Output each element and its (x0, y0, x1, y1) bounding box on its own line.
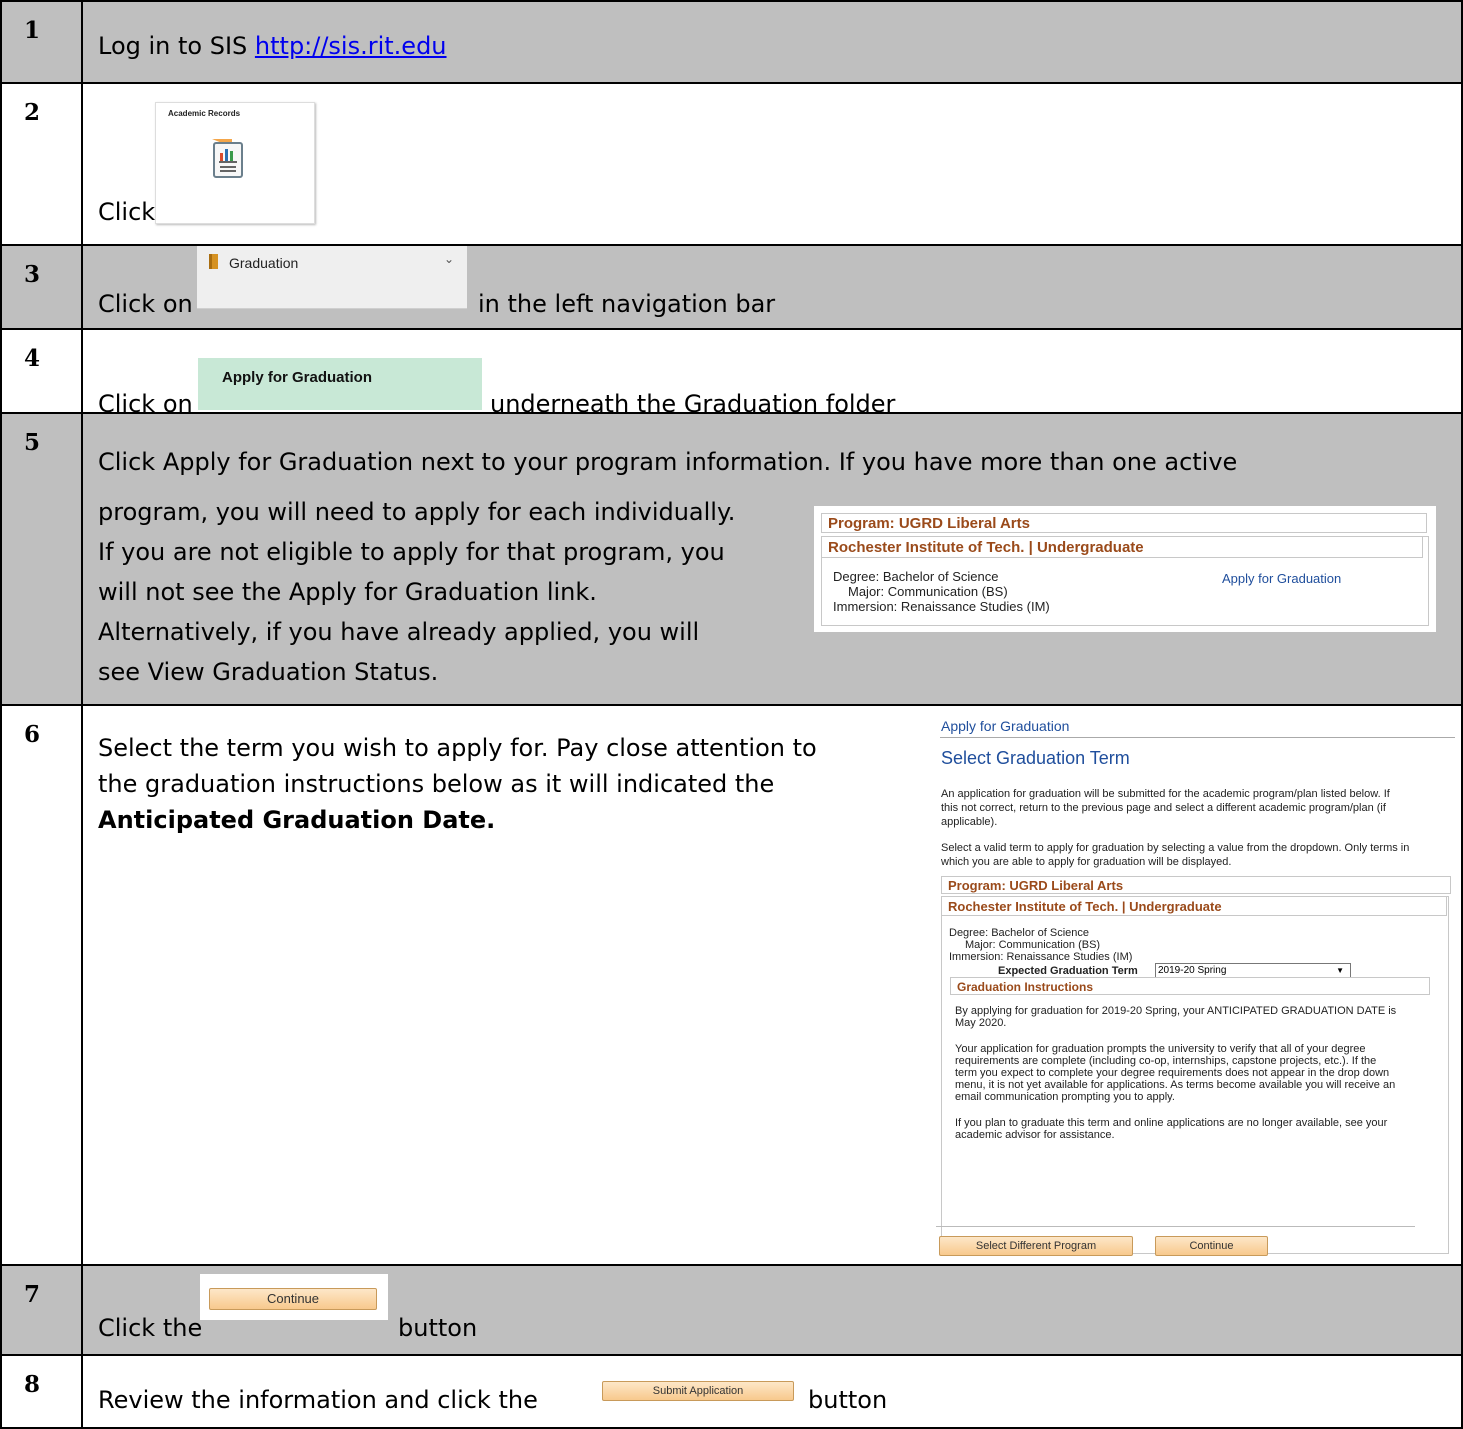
step-number: 5 (2, 414, 83, 704)
step-number: 1 (2, 2, 83, 82)
term-select-value: 2019-20 Spring (1158, 965, 1227, 976)
step-5-line-5: Alternatively, if you have already appli… (98, 618, 700, 646)
step-5-line-1: Click Apply for Graduation next to your … (98, 448, 1238, 476)
step-6-line-3: Anticipated Graduation Date. (98, 806, 496, 834)
instruction-1a: By applying for graduation for 2019-20 S… (955, 1005, 1397, 1017)
step-8-post: button (808, 1386, 888, 1414)
instruction-3a: If you plan to graduate this term and on… (955, 1117, 1388, 1129)
continue-button[interactable]: Continue (209, 1288, 377, 1310)
major-text: Major: Communication (BS) (848, 584, 1008, 599)
folder-icon (209, 254, 218, 269)
step-5-line-3: If you are not eligible to apply for tha… (98, 538, 725, 566)
instruction-2b: requirements are complete (including co-… (955, 1055, 1377, 1067)
step-5-line-4: will not see the Apply for Graduation li… (98, 578, 597, 606)
step-2-click: Click (98, 198, 156, 226)
step-5-row: 5 Click Apply for Graduation next to you… (0, 414, 1463, 706)
select-different-program-button[interactable]: Select Different Program (939, 1236, 1133, 1256)
step-number: 7 (2, 1266, 83, 1354)
step-number: 8 (2, 1356, 83, 1427)
degree-text: Degree: Bachelor of Science (833, 569, 999, 584)
page-heading: Select Graduation Term (941, 748, 1130, 768)
instruction-2a: Your application for graduation prompts … (955, 1043, 1366, 1055)
institution-header: Rochester Institute of Tech. | Undergrad… (821, 536, 1423, 558)
immersion-text: Immersion: Renaissance Studies (IM) (949, 951, 1133, 963)
instruction-2d: menu, it is not yet available for applic… (955, 1079, 1396, 1091)
page-title: Apply for Graduation (941, 718, 1070, 734)
step-7-post: button (398, 1314, 478, 1342)
step-3-pre: Click on (98, 290, 193, 318)
instructions-header: Graduation Instructions (950, 977, 1430, 995)
paragraph-1c: applicable). (941, 816, 998, 828)
divider (940, 737, 1455, 738)
step-7-pre: Click the (98, 1314, 203, 1342)
step-4-row: 4 Apply for Graduation Click on undernea… (0, 330, 1463, 418)
degree-text: Degree: Bachelor of Science (949, 927, 1090, 939)
immersion-text: Immersion: Renaissance Studies (IM) (833, 599, 1050, 614)
program-body: Rochester Institute of Tech. | Undergrad… (941, 896, 1449, 1254)
step-2-row: 2 Academic Records Click (0, 84, 1463, 246)
paragraph-1a: An application for graduation will be su… (941, 788, 1390, 800)
submit-application-button[interactable]: Submit Application (602, 1381, 794, 1401)
step-number: 3 (2, 246, 83, 328)
step-6-row: 6 Select the term you wish to apply for.… (0, 706, 1463, 1266)
step-number: 4 (2, 330, 83, 412)
chevron-down-icon: ⌄ (444, 252, 455, 266)
paragraph-1b: this not correct, return to the previous… (941, 802, 1386, 814)
apply-for-graduation-link[interactable]: Apply for Graduation (1222, 571, 1341, 586)
instruction-2c: term you expect to complete your degree … (955, 1067, 1390, 1079)
tile-title: Academic Records (168, 109, 241, 118)
program-body: Rochester Institute of Tech. | Undergrad… (821, 536, 1429, 626)
graduation-nav-label: Graduation (229, 255, 299, 271)
step-3-row: 3 Graduation ⌄ Click on in the left navi… (0, 246, 1463, 330)
step-8-pre: Review the information and click the (98, 1386, 538, 1414)
step-5-line-2: program, you will need to apply for each… (98, 498, 736, 526)
instruction-2e: email communication prompting you to app… (955, 1091, 1175, 1103)
institution-header: Rochester Institute of Tech. | Undergrad… (941, 896, 1447, 916)
step-6-line-1: Select the term you wish to apply for. P… (98, 734, 817, 762)
term-select[interactable]: 2019-20 Spring ▼ (1155, 963, 1351, 978)
continue-button-image: Continue (200, 1274, 388, 1320)
program-panel: Program: UGRD Liberal Arts Rochester Ins… (814, 506, 1436, 632)
select-term-page: Apply for Graduation Select Graduation T… (930, 714, 1460, 1260)
program-header: Program: UGRD Liberal Arts (821, 513, 1427, 533)
step-1-text: Log in to SIS http://sis.rit.edu (98, 32, 447, 60)
major-text: Major: Communication (BS) (965, 939, 1101, 951)
step-1-row: 1 Log in to SIS http://sis.rit.edu (0, 0, 1463, 84)
step-3-post: in the left navigation bar (478, 290, 776, 318)
report-chart-icon (212, 139, 243, 178)
paragraph-2a: Select a valid term to apply for graduat… (941, 842, 1410, 854)
button-divider (936, 1226, 1415, 1227)
sis-link[interactable]: http://sis.rit.edu (255, 32, 447, 60)
step-5-line-6: see View Graduation Status. (98, 658, 439, 686)
program-header: Program: UGRD Liberal Arts (941, 876, 1451, 894)
step-number: 2 (2, 84, 83, 244)
step-6-line-2: the graduation instructions below as it … (98, 770, 775, 798)
instruction-1b: May 2020. (955, 1017, 1007, 1029)
continue-button[interactable]: Continue (1155, 1236, 1268, 1256)
apply-for-graduation-menu-item[interactable]: Apply for Graduation (198, 358, 482, 410)
dropdown-arrow-icon: ▼ (1336, 966, 1344, 975)
step-8-row: 8 Review the information and click the S… (0, 1356, 1463, 1429)
academic-records-tile[interactable]: Academic Records (155, 102, 315, 224)
graduation-nav-item[interactable]: Graduation ⌄ (197, 246, 467, 309)
step-7-row: 7 Continue Click the button (0, 1266, 1463, 1356)
instruction-3b: academic advisor for assistance. (955, 1129, 1115, 1141)
step-number: 6 (2, 706, 83, 1264)
term-label: Expected Graduation Term (998, 965, 1138, 977)
paragraph-2b: which you are able to apply for graduati… (941, 856, 1232, 868)
